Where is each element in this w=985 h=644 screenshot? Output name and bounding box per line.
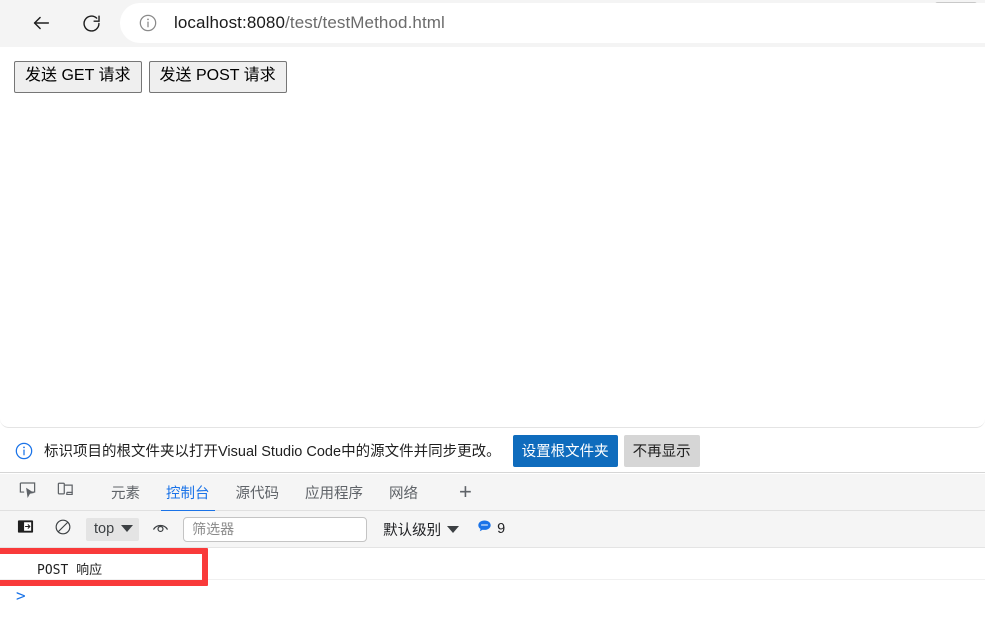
- send-post-request-button[interactable]: 发送 POST 请求: [148, 61, 287, 93]
- console-message-count-badge[interactable]: 9: [477, 519, 505, 539]
- live-expression-icon: [151, 517, 170, 541]
- inspect-element-icon: [18, 480, 37, 504]
- live-expression-button[interactable]: [147, 516, 173, 542]
- address-bar[interactable]: localhost:8080/test/testMethod.html: [120, 3, 985, 43]
- tab-console[interactable]: 控制台: [153, 473, 223, 512]
- more-tabs-button[interactable]: +: [453, 481, 478, 503]
- tab-elements[interactable]: 元素: [98, 473, 153, 512]
- url-path: /test/testMethod.html: [285, 13, 445, 32]
- page-viewport: 发送 GET 请求 发送 POST 请求: [0, 47, 985, 428]
- console-toolbar: top 默认级别 9: [0, 511, 985, 548]
- reload-button[interactable]: [74, 6, 108, 40]
- chevron-down-icon: [447, 525, 460, 533]
- console-output-area: POST 响应 >: [0, 548, 985, 644]
- console-message-row[interactable]: POST 响应: [0, 558, 985, 580]
- inspect-element-button[interactable]: [12, 478, 42, 506]
- browser-chrome: localhost:8080/test/testMethod.html: [0, 0, 985, 47]
- log-level-dropdown[interactable]: 默认级别: [383, 519, 460, 540]
- back-button[interactable]: [24, 6, 58, 40]
- tab-elements-label: 元素: [111, 485, 140, 502]
- console-message-count: 9: [497, 521, 506, 537]
- device-toolbar-button[interactable]: [50, 478, 80, 506]
- clear-console-button[interactable]: [50, 516, 76, 542]
- console-sidebar-button[interactable]: [12, 516, 38, 542]
- info-circle-icon[interactable]: [138, 13, 158, 33]
- info-circle-icon: [14, 441, 34, 461]
- infobar: 标识项目的根文件夹以打开Visual Studio Code中的源文件并同步更改…: [0, 429, 985, 473]
- set-root-folder-button[interactable]: 设置根文件夹: [512, 434, 618, 467]
- tab-sources-label: 源代码: [235, 485, 280, 502]
- reload-icon: [81, 13, 102, 34]
- tab-application-label: 应用程序: [305, 485, 363, 502]
- clear-console-icon: [54, 518, 72, 541]
- console-prompt-input[interactable]: [33, 588, 914, 603]
- log-level-label: 默认级别: [383, 522, 442, 539]
- tab-network[interactable]: 网络: [376, 473, 431, 512]
- tab-sources[interactable]: 源代码: [223, 473, 293, 512]
- page-button-group: 发送 GET 请求 发送 POST 请求: [14, 61, 287, 93]
- javascript-context-dropdown[interactable]: top: [86, 517, 140, 541]
- infobar-message: 标识项目的根文件夹以打开Visual Studio Code中的源文件并同步更改…: [44, 444, 501, 460]
- tab-console-label: 控制台: [166, 485, 210, 502]
- send-get-request-button[interactable]: 发送 GET 请求: [14, 61, 142, 93]
- console-sidebar-icon: [17, 518, 34, 540]
- tab-network-label: 网络: [389, 485, 418, 502]
- console-prompt[interactable]: >: [16, 586, 914, 605]
- message-bubble-icon: [477, 519, 492, 539]
- dont-show-again-button[interactable]: 不再显示: [623, 434, 700, 467]
- javascript-context-label: top: [94, 520, 115, 537]
- console-filter-input[interactable]: [183, 516, 368, 542]
- device-toolbar-icon: [56, 480, 75, 504]
- tab-application[interactable]: 应用程序: [292, 473, 376, 512]
- chevron-down-icon: [121, 525, 134, 532]
- devtools-tabbar: 元素 控制台 源代码 应用程序 网络 +: [0, 473, 985, 512]
- console-message-text: POST 响应: [37, 563, 103, 578]
- prompt-caret-icon: >: [16, 586, 26, 605]
- back-arrow-icon: [30, 12, 52, 34]
- url-host: localhost:8080: [174, 13, 286, 32]
- address-bar-url: localhost:8080/test/testMethod.html: [174, 13, 445, 33]
